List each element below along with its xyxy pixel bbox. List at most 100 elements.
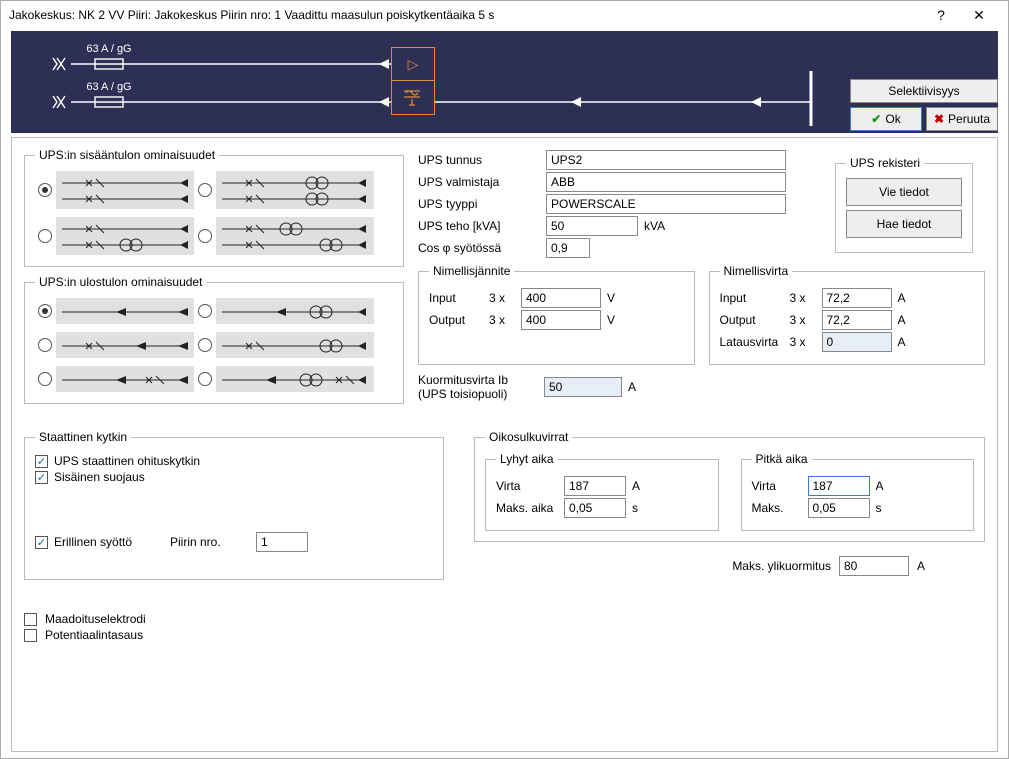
out-topo-radio-1[interactable] (38, 304, 52, 318)
ups-power-input[interactable] (546, 216, 638, 236)
in-topo-radio-3[interactable] (38, 229, 52, 243)
lt-i-input[interactable] (808, 476, 870, 496)
overload-unit: A (917, 559, 945, 573)
shortcircuit-group: Oikosulkuvirrat Lyhyt aika Virta A Maks.… (474, 430, 985, 542)
bypass-icon: ▷ (392, 48, 434, 81)
nv-in-input[interactable] (521, 288, 601, 308)
circuit-no-label: Piirin nro. (170, 535, 250, 549)
st-t-label: Maks. aika (496, 501, 558, 515)
lt-t-input[interactable] (808, 498, 870, 518)
close-button[interactable]: ✕ (960, 7, 998, 24)
short-time-legend: Lyhyt aika (496, 452, 558, 466)
protect-label: Sisäinen suojaus (54, 470, 145, 484)
cancel-button[interactable]: ✖ Peruuta (926, 107, 998, 131)
ni-ch-unit: A (898, 335, 926, 349)
ups-id-input[interactable] (546, 150, 786, 170)
nominal-voltage-group: Nimellisjännite Input 3 x V Output 3 x V (418, 264, 695, 365)
ups-cos-label: Cos φ syötössä (418, 241, 540, 255)
ups-registry-group: UPS rekisteri Vie tiedot Hae tiedot (835, 156, 973, 253)
bypass-label: UPS staattinen ohituskytkin (54, 454, 200, 468)
out-topo-radio-2[interactable] (198, 304, 212, 318)
protect-checkbox[interactable]: ✓ (35, 471, 48, 484)
ni-ch-input[interactable] (822, 332, 892, 352)
titlebar: Jakokeskus: NK 2 VV Piiri: Jakokeskus Pi… (1, 1, 1008, 29)
in-topo-radio-1[interactable] (38, 183, 52, 197)
out-topo-opt-2[interactable] (215, 297, 375, 325)
ups-type-input[interactable] (546, 194, 786, 214)
ni-out-unit: A (898, 313, 926, 327)
import-button[interactable]: Hae tiedot (846, 210, 962, 238)
out-topo-radio-6[interactable] (198, 372, 212, 386)
long-time-legend: Pitkä aika (752, 452, 812, 466)
out-topo-opt-6[interactable] (215, 365, 375, 393)
electrode-checkbox[interactable] (24, 613, 37, 626)
out-topo-opt-1[interactable] (55, 297, 195, 325)
lt-i-unit: A (876, 479, 904, 493)
topology-column: UPS:in sisääntulon ominaisuudet (24, 148, 404, 404)
input-topology-group: UPS:in sisääntulon ominaisuudet (24, 148, 404, 267)
in-topo-opt-2[interactable] (215, 170, 375, 210)
static-switch-group: Staattinen kytkin ✓ UPS staattinen ohitu… (24, 430, 444, 580)
nv-in-label: Input (429, 291, 483, 305)
ups-cos-input[interactable] (546, 238, 590, 258)
dialog-actions: Selektiivisyys ✔ Ok ✖ Peruuta (850, 79, 998, 135)
st-t-input[interactable] (564, 498, 626, 518)
in-topo-opt-4[interactable] (215, 216, 375, 256)
ups-type-label: UPS tyyppi (418, 197, 540, 211)
circuit-no-input[interactable] (256, 532, 308, 552)
nv-out-input[interactable] (521, 310, 601, 330)
short-time-group: Lyhyt aika Virta A Maks. aika s (485, 452, 719, 531)
separate-feed-checkbox[interactable]: ✓ (35, 536, 48, 549)
bonding-checkbox[interactable] (24, 629, 37, 642)
lt-t-label: Maks. (752, 501, 802, 515)
ups-make-input[interactable] (546, 172, 786, 192)
export-button[interactable]: Vie tiedot (846, 178, 962, 206)
long-time-group: Pitkä aika Virta A Maks. s (741, 452, 975, 531)
load-unit: A (628, 380, 656, 394)
static-legend: Staattinen kytkin (35, 430, 131, 444)
ni-out-input[interactable] (822, 310, 892, 330)
out-topo-radio-4[interactable] (198, 338, 212, 352)
grounding-section: Maadoituselektrodi Potentiaalintasaus (24, 612, 444, 642)
nv-in-unit: V (607, 291, 635, 305)
st-i-label: Virta (496, 479, 558, 493)
selectivity-button[interactable]: Selektiivisyys (850, 79, 998, 103)
out-topo-radio-5[interactable] (38, 372, 52, 386)
ni-in-mul: 3 x (790, 291, 816, 305)
overload-input[interactable] (839, 556, 909, 576)
ups-make-label: UPS valmistaja (418, 175, 540, 189)
ni-in-input[interactable] (822, 288, 892, 308)
nv-out-mul: 3 x (489, 313, 515, 327)
help-button[interactable]: ? (922, 7, 960, 24)
out-topo-radio-3[interactable] (38, 338, 52, 352)
bypass-checkbox[interactable]: ✓ (35, 455, 48, 468)
st-i-input[interactable] (564, 476, 626, 496)
ok-button[interactable]: ✔ Ok (850, 107, 922, 131)
output-topology-legend: UPS:in ulostulon ominaisuudet (35, 275, 206, 289)
x-icon: ✖ (934, 112, 944, 126)
ups-dialog: Jakokeskus: NK 2 VV Piiri: Jakokeskus Pi… (0, 0, 1009, 759)
content-panel: UPS:in sisääntulon ominaisuudet (11, 137, 998, 752)
nv-out-label: Output (429, 313, 483, 327)
bonding-label: Potentiaalintasaus (45, 628, 143, 642)
nv-in-mul: 3 x (489, 291, 515, 305)
ups-id-label: UPS tunnus (418, 153, 540, 167)
electrode-label: Maadoituselektrodi (45, 612, 146, 626)
ni-in-unit: A (898, 291, 926, 305)
ni-ch-mul: 3 x (790, 335, 816, 349)
out-topo-opt-4[interactable] (215, 331, 375, 359)
in-topo-opt-3[interactable] (55, 216, 195, 256)
shortcircuit-legend: Oikosulkuvirrat (485, 430, 572, 444)
in-topo-opt-1[interactable] (55, 170, 195, 210)
in-topo-radio-4[interactable] (198, 229, 212, 243)
check-icon: ✔ (871, 112, 881, 126)
window-title: Jakokeskus: NK 2 VV Piiri: Jakokeskus Pi… (9, 8, 922, 22)
load-input[interactable] (544, 377, 622, 397)
out-topo-opt-5[interactable] (55, 365, 195, 393)
overload-row: Maks. ylikuormitus A (474, 556, 985, 576)
input-topology-legend: UPS:in sisääntulon ominaisuudet (35, 148, 219, 162)
ni-in-label: Input (720, 291, 784, 305)
in-topo-radio-2[interactable] (198, 183, 212, 197)
out-topo-opt-3[interactable] (55, 331, 195, 359)
rectifier-icon (392, 81, 434, 114)
